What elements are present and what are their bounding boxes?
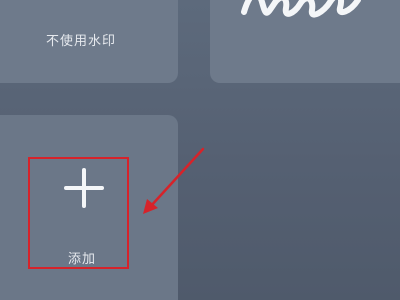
no-watermark-label: 不使用水印 bbox=[46, 34, 117, 49]
handwritten-signature-icon bbox=[241, 0, 361, 18]
annotation-highlight-box bbox=[28, 157, 129, 269]
